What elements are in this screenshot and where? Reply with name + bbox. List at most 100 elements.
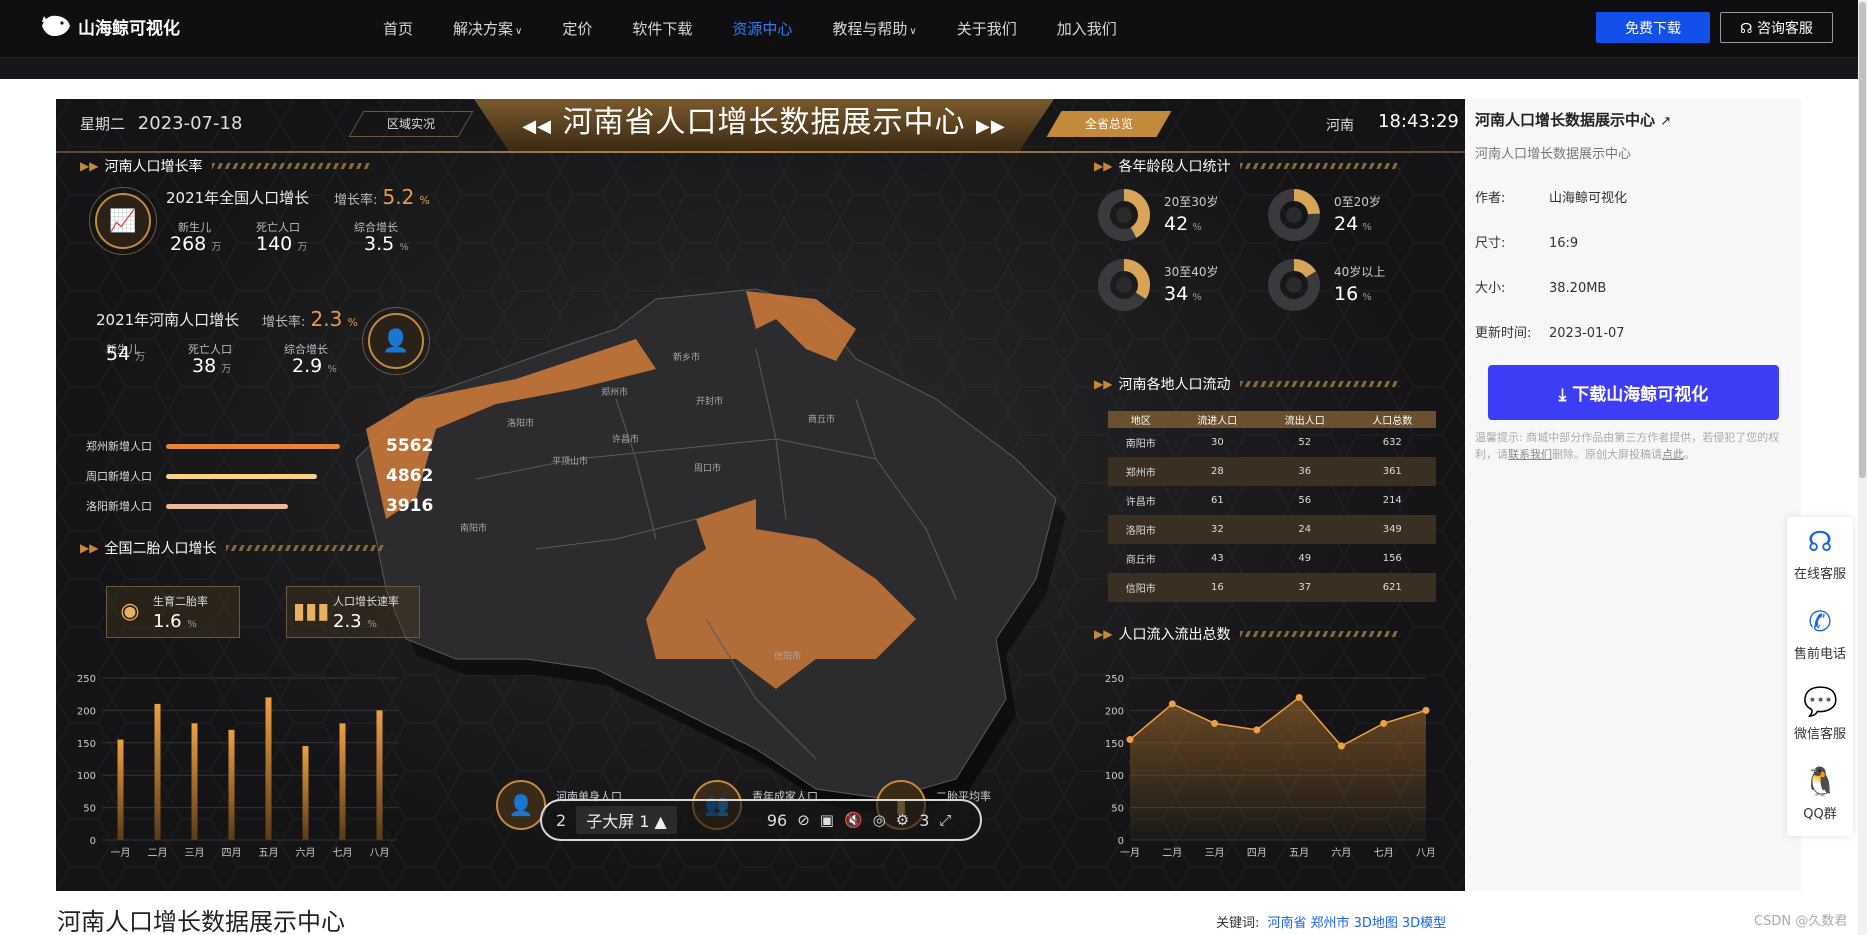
- download-app-button[interactable]: ⤓ 下载山海鲸可视化: [1488, 365, 1779, 420]
- flow-panel-title-text: 河南各地人口流动: [1118, 377, 1231, 393]
- bar: [228, 729, 235, 840]
- submit-here-link[interactable]: 点此: [1662, 448, 1684, 461]
- keyword-link[interactable]: 郑州市: [1311, 916, 1350, 931]
- nav-item-3[interactable]: 软件下载: [632, 18, 692, 39]
- x-tick-label: 六月: [296, 847, 316, 859]
- age-group-number: 24: [1334, 213, 1359, 235]
- nav-item-2[interactable]: 定价: [562, 18, 592, 39]
- bar-fill: [166, 473, 318, 479]
- y-tick-label: 50: [1111, 804, 1124, 815]
- data-point: [1168, 700, 1176, 708]
- map-city-label: 南阳市: [460, 522, 487, 534]
- filesize-label: 大小:: [1475, 281, 1506, 296]
- panel-arrows-icon: ▶▶: [1094, 627, 1113, 641]
- panel-arrows-icon: ▶▶: [80, 541, 99, 555]
- inout-area-chart: 0 50 100 150 200 250 一月 二月 三月 四月 五月 六月 七月 八月: [1105, 674, 1434, 859]
- growth-speed-value: 2.3: [333, 611, 362, 632]
- keyword-link[interactable]: 3D模型: [1402, 916, 1446, 931]
- no-sync-icon[interactable]: ⊘: [797, 811, 810, 829]
- service-qq[interactable]: 🐧 QQ群: [1787, 757, 1853, 837]
- notice-end: 。: [1684, 448, 1695, 461]
- nav-item-label: 首页: [383, 20, 414, 38]
- national-heading: 2021年全国人口增长: [166, 189, 310, 207]
- notice-mid: 删除。原创大屏投稿请: [1552, 448, 1662, 461]
- service-float-bar: ☊ 在线客服 ✆ 售前电话 💬 微信客服 🐧 QQ群: [1787, 517, 1853, 836]
- table-cell: 24: [1261, 515, 1349, 544]
- map-city-label: 信阳市: [774, 650, 801, 662]
- logo[interactable]: 山海鲸可视化: [40, 12, 180, 40]
- nav-item-5[interactable]: 教程与帮助 ∨: [832, 18, 916, 39]
- y-tick-label: 250: [77, 674, 96, 685]
- toolbar-left-num: 2: [556, 810, 567, 830]
- national-deaths: 140 万: [256, 233, 307, 255]
- service-phone[interactable]: ✆ 售前电话: [1787, 597, 1853, 677]
- unit-pct: %: [1362, 292, 1372, 303]
- monthly-bar-chart: 0 50 100 150 200 250 一月 二月 三月 四月 五月 六月 七月 八月: [77, 674, 398, 859]
- headset-icon: ☊: [1807, 525, 1833, 558]
- age-group-number: 16: [1334, 283, 1359, 305]
- y-tick-label: 150: [1105, 739, 1124, 750]
- nav-divider: [0, 57, 1858, 79]
- y-tick-label: 0: [1118, 836, 1124, 847]
- work-subtitle: 河南人口增长数据展示中心: [1475, 147, 1632, 162]
- updated-row: 更新时间: 2023-01-07: [1475, 322, 1625, 341]
- dashboard-preview[interactable]: 星期二 2023-07-18 区域实况 ◀◀ 河南省人口增长数据展示中心 ▶▶ …: [56, 99, 1465, 891]
- table-cell: 南阳市: [1125, 439, 1156, 450]
- service-label: QQ群: [1803, 807, 1837, 822]
- x-tick-label: 五月: [259, 847, 279, 859]
- qq-icon: 🐧: [1803, 765, 1838, 798]
- author-value: 山海鲸可视化: [1549, 191, 1628, 206]
- y-tick-label: 100: [77, 771, 96, 782]
- age-group-label: 40岁以上: [1334, 265, 1386, 279]
- service-wechat[interactable]: 💬 微信客服: [1787, 677, 1853, 757]
- keyword-link[interactable]: 河南省: [1268, 916, 1307, 931]
- layout-icon[interactable]: ▣: [820, 811, 834, 829]
- headset-icon: ☊: [1740, 20, 1753, 37]
- growth-chart-icon: 📈: [95, 193, 151, 249]
- nav-item-label: 关于我们: [956, 20, 1017, 38]
- table-cell: 49: [1298, 553, 1312, 564]
- eye-off-icon[interactable]: ◎: [873, 811, 886, 829]
- free-download-button[interactable]: 免费下载: [1596, 12, 1710, 43]
- table-cell: 30: [1210, 437, 1224, 448]
- table-column-header: 人口总数: [1348, 411, 1436, 428]
- external-link-icon[interactable]: ↗: [1660, 114, 1671, 129]
- page-scrollbar-thumb[interactable]: [1859, 2, 1866, 478]
- panel-arrows-icon: ▶▶: [1094, 377, 1113, 391]
- nav-item-1[interactable]: 解决方案 ∨: [453, 18, 522, 39]
- contact-us-link[interactable]: 联系我们: [1508, 448, 1552, 461]
- author-row: 作者: 山海鲸可视化: [1475, 187, 1627, 206]
- area-fill: [1130, 697, 1426, 840]
- chevron-down-icon: ∨: [515, 26, 523, 37]
- screen-select[interactable]: 子大屏 1 ▲: [576, 806, 677, 834]
- table-cell: 621: [1348, 573, 1436, 602]
- table-cell: 632: [1382, 437, 1402, 448]
- donut-hole: [1286, 207, 1302, 223]
- service-headset[interactable]: ☊ 在线客服: [1787, 517, 1853, 597]
- donut-hole: [1116, 277, 1132, 293]
- age-group-value: 34%: [1164, 283, 1202, 305]
- panel-stripe: [226, 545, 387, 551]
- nav-item-0[interactable]: 首页: [383, 18, 413, 39]
- growth-speed-label: 人口增长速率: [333, 595, 399, 608]
- download-icon: ⤓: [1558, 385, 1567, 405]
- second-child-rate-value: 1.6: [153, 611, 182, 632]
- data-point: [1295, 693, 1303, 701]
- x-tick-label: 一月: [111, 847, 131, 859]
- bar: [376, 710, 383, 840]
- nav-item-4[interactable]: 资源中心: [732, 18, 792, 39]
- map-city-label: 许昌市: [612, 433, 639, 445]
- keyword-link[interactable]: 3D地图: [1354, 916, 1398, 931]
- age-panel-title: ▶▶ 各年龄段人口统计: [1094, 155, 1401, 177]
- age-group-item: 20至30岁 42%: [1096, 187, 1266, 247]
- consult-service-button[interactable]: ☊ 咨询客服: [1720, 12, 1833, 43]
- henan-deaths: 38 万: [192, 355, 231, 377]
- table-cell: 28: [1173, 457, 1262, 486]
- mute-icon[interactable]: 🔇: [844, 811, 863, 829]
- panel-stripe: [1240, 381, 1401, 387]
- table-row: 信阳市 16 37 621: [1108, 573, 1436, 602]
- nav-item-7[interactable]: 加入我们: [1057, 18, 1117, 39]
- fullscreen-icon[interactable]: ⤢: [939, 811, 951, 829]
- settings-icon[interactable]: ⚙: [896, 811, 909, 829]
- nav-item-6[interactable]: 关于我们: [957, 18, 1017, 39]
